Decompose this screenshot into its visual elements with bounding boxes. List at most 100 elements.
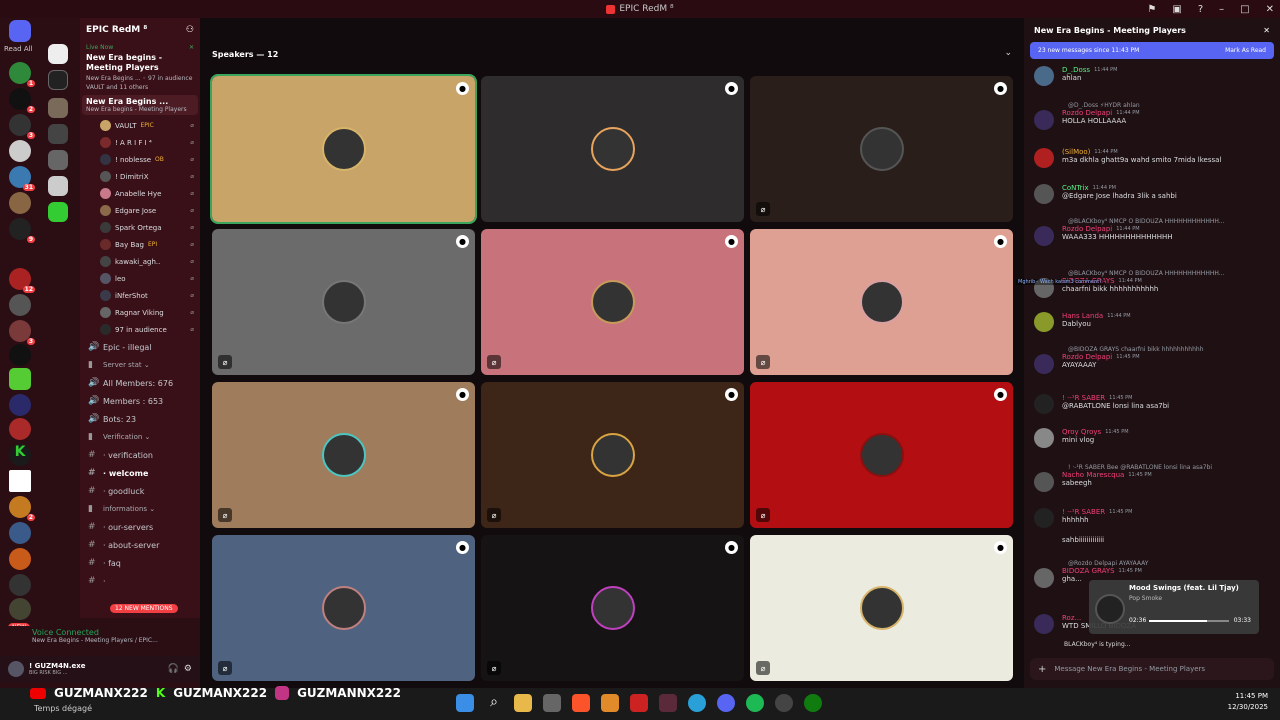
- file-explorer-icon[interactable]: [514, 694, 532, 712]
- gear-icon[interactable]: ⚙: [184, 664, 192, 674]
- server-icon[interactable]: 2: [9, 496, 35, 521]
- new-messages-bar[interactable]: 23 new messages since 11:43 PM Mark As R…: [1030, 42, 1274, 59]
- avatar[interactable]: [1034, 148, 1054, 168]
- server-icon[interactable]: [9, 140, 31, 162]
- stage-member[interactable]: ! A R I F I ⁴ ⌀: [80, 134, 200, 151]
- chat-message[interactable]: @BIDOZA GRAYS chaarfni bikk hhhhhhhhhhh R…: [1030, 346, 1274, 374]
- speaker-tile[interactable]: ● ⌀: [212, 535, 475, 681]
- server-icon[interactable]: [9, 294, 31, 316]
- chat-message[interactable]: ! ·-¹R SABER Bee @RABATLONE lonsi lina a…: [1030, 464, 1274, 492]
- reply-preview[interactable]: @BLACKboy⁴ NMCP O BIDOUZA HHHHHHHHHHHH..…: [1030, 218, 1274, 225]
- screen-icon[interactable]: ▣: [1172, 4, 1181, 15]
- chat-message[interactable]: ! ·-¹R SABER 11:45 PM @RABATLONE lonsi lin…: [1030, 394, 1274, 414]
- tile-options-icon[interactable]: ●: [994, 388, 1007, 401]
- stage-member[interactable]: ! DimitriX ⌀: [80, 168, 200, 185]
- stage-member[interactable]: Bay Bag EPI ⌀: [80, 236, 200, 253]
- server-icon[interactable]: 2: [9, 88, 35, 113]
- channel-item[interactable]: # · about-server: [80, 536, 200, 554]
- chat-message[interactable]: CoNTrix 11:44 PM @Edgare Jose lhadra 3lik …: [1030, 184, 1274, 204]
- avatar[interactable]: [8, 661, 24, 677]
- app-icon[interactable]: [630, 694, 648, 712]
- tile-options-icon[interactable]: ●: [456, 388, 469, 401]
- app-icon[interactable]: [601, 694, 619, 712]
- obs-icon[interactable]: [775, 694, 793, 712]
- stage-member[interactable]: Ragnar Viking ⌀: [80, 304, 200, 321]
- channel-category[interactable]: ▮ informations ⌄: [80, 500, 200, 518]
- chevron-down-icon[interactable]: ⌄: [1004, 48, 1012, 58]
- avatar[interactable]: [1034, 568, 1054, 588]
- speaker-tile[interactable]: ● ⌀: [481, 229, 744, 375]
- chat-message[interactable]: Qroy Qroys 11:45 PM mini vlog: [1030, 428, 1274, 448]
- message-author[interactable]: ! ·-¹R SABER: [1062, 394, 1105, 402]
- invite-icon[interactable]: ⚇: [186, 25, 194, 35]
- brave-browser-icon[interactable]: [572, 694, 590, 712]
- channel-item[interactable]: # · goodluck: [80, 482, 200, 500]
- close-button[interactable]: ✕: [1266, 4, 1274, 15]
- channel-item[interactable]: 🔊 Epic - illegal: [80, 338, 200, 356]
- chat-message[interactable]: sahbiiiiiiiiiiiii: [1030, 536, 1274, 544]
- channel-item[interactable]: # · verification: [80, 446, 200, 464]
- search-icon[interactable]: ⌕: [485, 694, 503, 712]
- server-icon[interactable]: 3: [9, 320, 35, 345]
- chat-message[interactable]: @BLACKboy⁴ NMCP O BIDOUZA HHHHHHHHHHHH..…: [1030, 218, 1274, 246]
- server-header[interactable]: EPIC RedM ⁸ ⚇: [80, 18, 200, 42]
- tile-options-icon[interactable]: ●: [725, 541, 738, 554]
- avatar[interactable]: [1034, 312, 1054, 332]
- speaker-tile[interactable]: ● ⌀: [212, 229, 475, 375]
- stage-member[interactable]: VAULT EPIC ⌀: [80, 117, 200, 134]
- avatar[interactable]: [1034, 226, 1054, 246]
- message-author[interactable]: Roz...: [1062, 614, 1081, 622]
- stage-member[interactable]: leo ⌀: [80, 270, 200, 287]
- avatar[interactable]: [1034, 110, 1054, 130]
- server-icon[interactable]: 9: [9, 218, 35, 243]
- avatar[interactable]: [1034, 354, 1054, 374]
- channel-item[interactable]: # · faq: [80, 554, 200, 572]
- avatar[interactable]: [1034, 66, 1054, 86]
- system-tray-clock[interactable]: 11:45 PM 12/30/2025: [1228, 691, 1268, 713]
- server-icon[interactable]: [48, 124, 68, 144]
- channel-category[interactable]: ▮ Verification ⌄: [80, 428, 200, 446]
- server-icon[interactable]: 12: [9, 268, 35, 293]
- stage-member[interactable]: Edgare Jose ⌀: [80, 202, 200, 219]
- message-author[interactable]: Rozdo Delpapi: [1062, 109, 1112, 117]
- store-icon[interactable]: [543, 694, 561, 712]
- stage-member[interactable]: Spark Ortega ⌀: [80, 219, 200, 236]
- chat-message[interactable]: ! ·-¹R SABER 11:45 PM hhhhhh: [1030, 508, 1274, 528]
- avatar[interactable]: [1034, 508, 1054, 528]
- channel-category[interactable]: ▮ Server stat ⌄: [80, 356, 200, 374]
- speaker-tile[interactable]: ●: [481, 76, 744, 222]
- server-icon[interactable]: [48, 176, 68, 196]
- reply-preview[interactable]: ! ·-¹R SABER Bee @RABATLONE lonsi lina a…: [1030, 464, 1274, 471]
- server-icon[interactable]: [9, 368, 31, 390]
- channel-item[interactable]: # · welcome: [80, 464, 200, 482]
- message-author[interactable]: CoNTrix: [1062, 184, 1089, 192]
- channel-item[interactable]: # · our-servers: [80, 518, 200, 536]
- track-progress[interactable]: [1149, 620, 1229, 622]
- stage-member[interactable]: iNferShot ⌀: [80, 287, 200, 304]
- server-icon[interactable]: [48, 98, 68, 118]
- message-author[interactable]: Nacho Marescqua: [1062, 471, 1124, 479]
- message-author[interactable]: Hans Landa: [1062, 312, 1103, 320]
- channel-item[interactable]: 🔊 Members : 653: [80, 392, 200, 410]
- minimize-button[interactable]: –: [1219, 4, 1224, 15]
- tile-options-icon[interactable]: ●: [725, 388, 738, 401]
- speaker-tile[interactable]: ● ⌀: [212, 382, 475, 528]
- tile-options-icon[interactable]: ●: [725, 82, 738, 95]
- weather-label[interactable]: Temps dégagé: [34, 704, 92, 713]
- message-author[interactable]: BIDOZA GRAYS: [1062, 567, 1115, 575]
- message-author[interactable]: ! ·-¹R SABER: [1062, 508, 1105, 516]
- speaker-tile[interactable]: ● ⌀: [750, 229, 1013, 375]
- chat-message[interactable]: Hans Landa 11:44 PM Dablyou: [1030, 312, 1274, 332]
- live-event-card[interactable]: Live Now ✕ New Era begins - Meeting Play…: [80, 42, 200, 93]
- tile-options-icon[interactable]: ●: [456, 235, 469, 248]
- tile-options-icon[interactable]: ●: [994, 235, 1007, 248]
- close-icon[interactable]: ✕: [1263, 26, 1270, 35]
- server-icon[interactable]: [9, 574, 31, 596]
- read-all-label[interactable]: Read All: [4, 45, 33, 53]
- stage-member[interactable]: kawaki_agh.. ⌀: [80, 253, 200, 270]
- speaker-tile[interactable]: ● ⌀: [750, 382, 1013, 528]
- voice-connected-label[interactable]: Voice Connected: [10, 628, 190, 637]
- message-author[interactable]: Rozdo Delpapi: [1062, 225, 1112, 233]
- server-icon[interactable]: 3: [9, 114, 35, 139]
- home-button[interactable]: [9, 20, 31, 42]
